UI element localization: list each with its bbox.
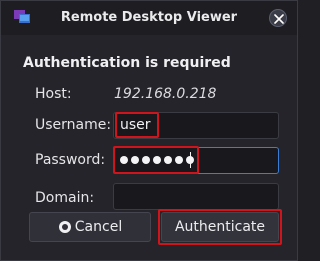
domain-label: Domain: xyxy=(35,190,95,206)
dialog-heading: Authentication is required xyxy=(23,55,231,71)
remote-desktop-auth-dialog: Remote Desktop Viewer Authentication is … xyxy=(0,0,298,261)
host-label: Host: xyxy=(35,86,72,102)
username-highlight xyxy=(115,112,159,138)
host-value: 192.168.0.218 xyxy=(114,86,217,102)
domain-field[interactable] xyxy=(113,183,279,210)
window-title: Remote Desktop Viewer xyxy=(60,10,238,25)
close-button[interactable] xyxy=(269,9,287,27)
authenticate-highlight xyxy=(158,209,282,245)
cancel-circle-icon xyxy=(58,221,71,233)
cancel-button[interactable]: Cancel xyxy=(29,212,151,242)
username-label: Username: xyxy=(35,117,112,133)
password-highlight xyxy=(113,146,199,174)
title-bar: Remote Desktop Viewer xyxy=(1,1,297,35)
password-label: Password: xyxy=(35,152,106,168)
cancel-label: Cancel xyxy=(74,219,123,235)
close-icon xyxy=(274,14,284,24)
